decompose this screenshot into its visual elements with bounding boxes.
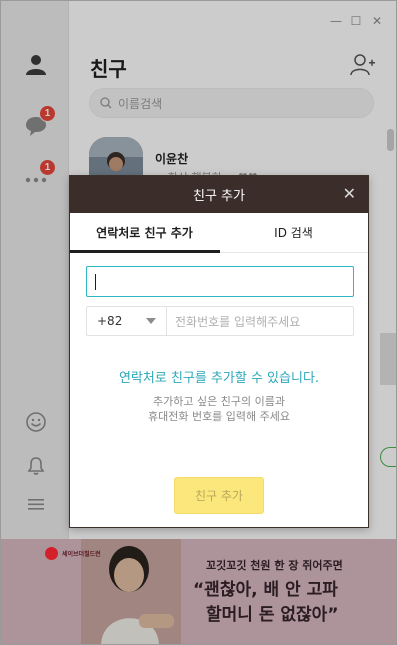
ad-tagline: 꼬깃꼬깃 천원 한 장 쥐어주면 bbox=[206, 559, 343, 572]
chevron-down-icon bbox=[146, 318, 156, 324]
phone-number-input[interactable]: 전화번호를 입력해주세요 bbox=[167, 307, 353, 335]
country-code-select[interactable]: +82 bbox=[87, 307, 167, 335]
text-caret bbox=[95, 274, 96, 290]
dialog-header: 친구 추가 ✕ bbox=[70, 176, 368, 213]
ad-quote-line2: 할머니 돈 없잖아” bbox=[206, 605, 339, 625]
add-friend-dialog: 친구 추가 ✕ 연락처로 친구 추가 ID 검색 +82 전화번호를 입력해주세… bbox=[69, 175, 369, 528]
ad-logo: 세이브더칠드런 bbox=[45, 547, 101, 560]
tab-add-by-contact[interactable]: 연락처로 친구 추가 bbox=[70, 213, 219, 252]
charity-logo-icon bbox=[45, 547, 58, 560]
dialog-close-button[interactable]: ✕ bbox=[343, 186, 356, 202]
ad-banner[interactable]: 세이브더칠드런 꼬깃꼬깃 천원 한 장 쥐어주면 “괜찮아, 배 안 고파 할머… bbox=[1, 539, 396, 644]
description-line-1: 추가하고 싶은 친구의 이름과 bbox=[153, 395, 285, 408]
active-tab-indicator bbox=[70, 250, 220, 253]
description-line-2: 휴대전화 번호를 입력해 주세요 bbox=[147, 410, 291, 423]
dialog-headline: 연락처로 친구를 추가할 수 있습니다. bbox=[118, 371, 320, 386]
dialog-title: 친구 추가 bbox=[193, 189, 245, 204]
dialog-tabs: 연락처로 친구 추가 ID 검색 bbox=[70, 213, 368, 253]
dialog-description: 추가하고 싶은 친구의 이름과 휴대전화 번호를 입력해 주세요 bbox=[70, 394, 368, 424]
ad-quote-line1: “괜찮아, 배 안 고파 bbox=[193, 580, 338, 600]
country-code-value: +82 bbox=[97, 314, 123, 328]
kakaotalk-window: 1 1 — ☐ ✕ 친구 이름검색 이윤찬 세이브더칠드런 꼬깃꼬깃 천원 한 … bbox=[0, 0, 397, 645]
phone-field-row: +82 전화번호를 입력해주세요 bbox=[86, 306, 354, 336]
friend-name-input[interactable] bbox=[86, 266, 354, 297]
ad-logo-text: 세이브더칠드런 bbox=[62, 551, 101, 558]
add-friend-submit-button[interactable]: 친구 추가 bbox=[174, 477, 264, 514]
tab-id-search[interactable]: ID 검색 bbox=[219, 213, 368, 252]
